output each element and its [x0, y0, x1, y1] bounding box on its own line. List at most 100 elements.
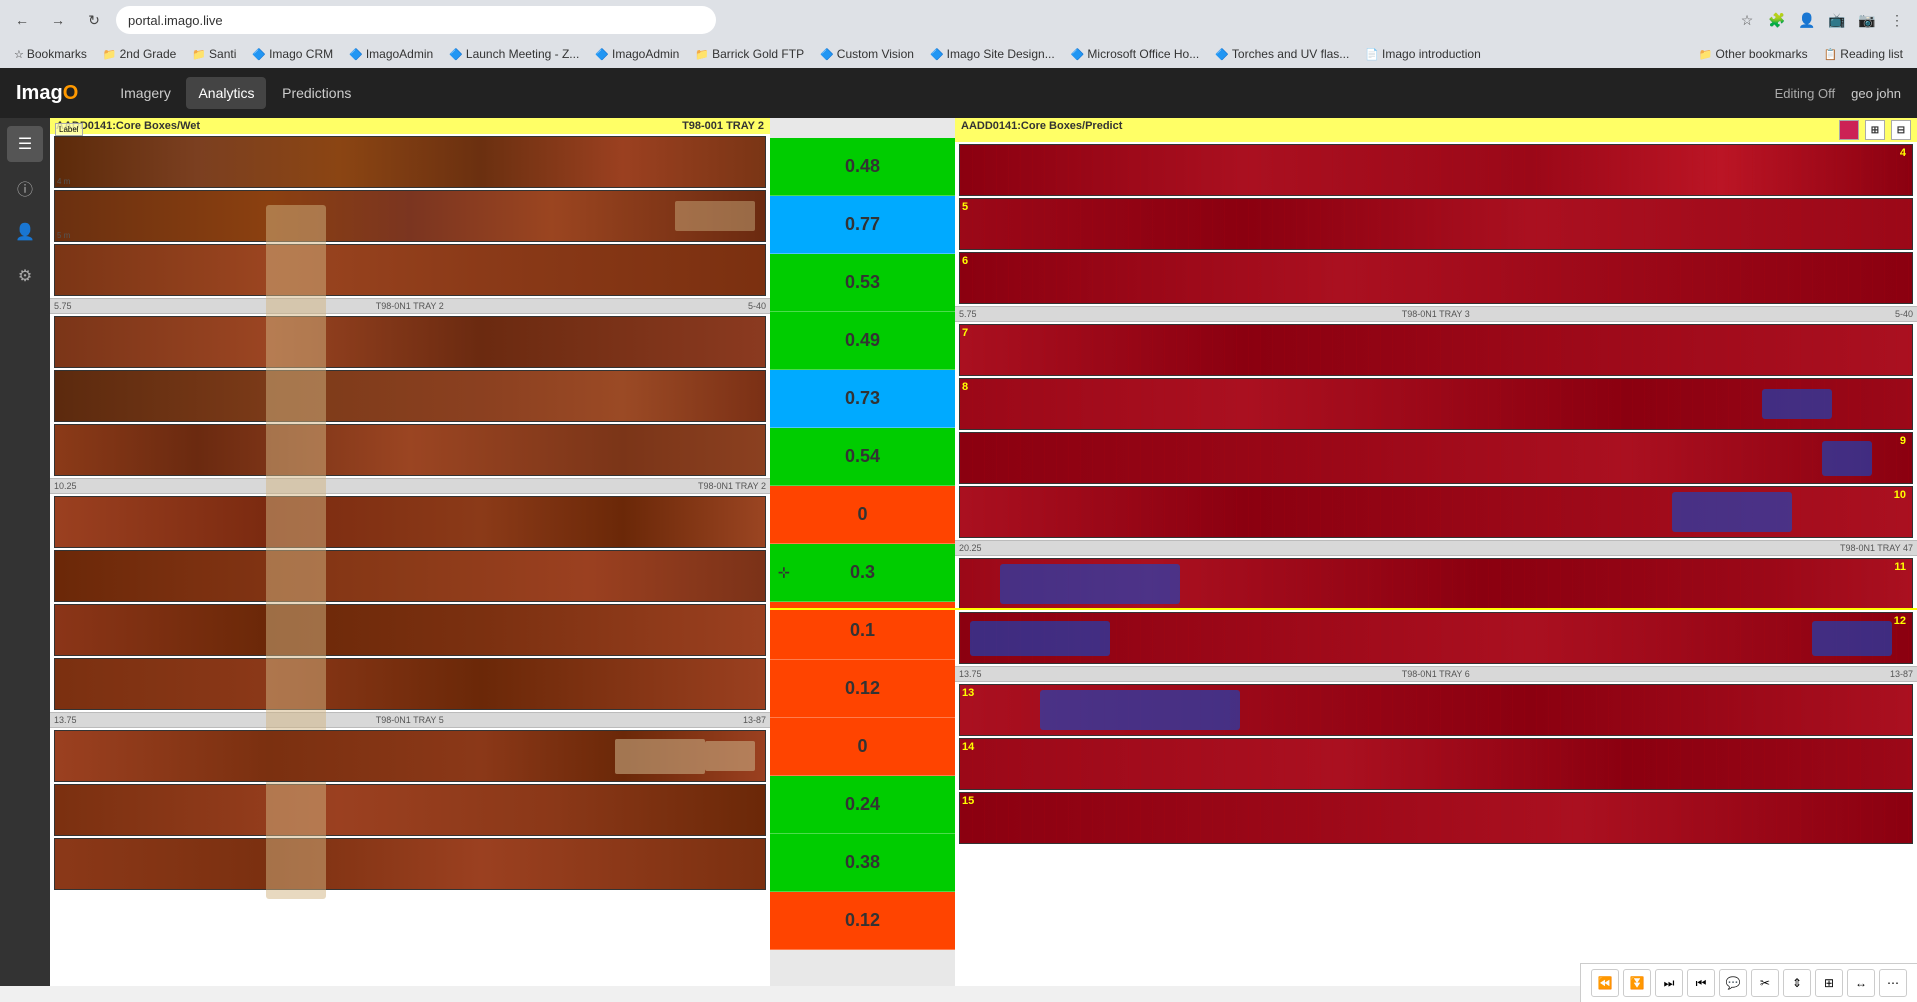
score-value: 0.3: [850, 562, 875, 583]
play-button[interactable]: ⏭: [1655, 969, 1683, 997]
score-value: 0.12: [845, 910, 880, 931]
profile-icon[interactable]: 👤: [1795, 8, 1819, 32]
skip-start-button[interactable]: ⏪: [1591, 969, 1619, 997]
right-core-row-8: 8: [959, 378, 1913, 430]
url-bar[interactable]: [116, 6, 716, 34]
comment-button[interactable]: 💬: [1719, 969, 1747, 997]
score-cell-0-b: 0: [770, 718, 955, 776]
bookmark-star-icon[interactable]: ☆: [1735, 8, 1759, 32]
bookmark-imagointro[interactable]: 📄 Imago introduction: [1359, 45, 1486, 63]
right-label-14: 14: [962, 741, 974, 753]
core-box-row: Label: [54, 550, 766, 602]
score-cell-0.48: 0.48: [770, 138, 955, 196]
score-cell-0.1: 0.1: [770, 602, 955, 660]
bookmark-reading[interactable]: 📋 Reading list: [1818, 45, 1909, 63]
more-button[interactable]: ⋯: [1879, 969, 1907, 997]
bookmark-2ndgrade[interactable]: 📁 2nd Grade: [97, 45, 182, 63]
right-core-row-4: 4: [959, 144, 1913, 196]
bookmark-santi[interactable]: 📁 Santi: [186, 45, 242, 63]
color-picker-button[interactable]: [1839, 120, 1859, 140]
score-value: 0: [857, 504, 867, 525]
browser-chrome: ← → ↻ ☆ 🧩 👤 📺 📷 ⋮ ☆ Bookmarks 📁 2nd Grad…: [0, 0, 1917, 68]
right-core-row-13: 13: [959, 684, 1913, 736]
bookmark-other[interactable]: 📁 Other bookmarks: [1693, 45, 1814, 63]
score-cell-0.77: 0.77: [770, 196, 955, 254]
depth-5m: 5 m: [57, 231, 70, 240]
expand-button[interactable]: ↔: [1847, 969, 1875, 997]
core-box-row: 4 m: [54, 136, 766, 188]
bookmarks-bar: ☆ Bookmarks 📁 2nd Grade 📁 Santi 🔷 Imago …: [0, 40, 1917, 68]
right-core-row-14: 14: [959, 738, 1913, 790]
skip-end-button[interactable]: ⏮: [1687, 969, 1715, 997]
right-panel-title: AADD0141:Core Boxes/Predict: [961, 120, 1122, 140]
bookmark-bookmarks[interactable]: ☆ Bookmarks: [8, 45, 93, 63]
bookmark-imagoadmin2[interactable]: 🔷 ImagoAdmin: [589, 45, 685, 63]
depth-13-75: 13.75: [54, 715, 77, 725]
extensions-icon[interactable]: 🧩: [1765, 8, 1789, 32]
score-value: 0.54: [845, 446, 880, 467]
tray-id-3: T98-0N1 TRAY 5: [376, 715, 444, 725]
bookmark-imagosite[interactable]: 🔷 Imago Site Design...: [924, 45, 1061, 63]
rewind-button[interactable]: ⏬: [1623, 969, 1651, 997]
core-box-row: [54, 730, 766, 782]
score-value: 0.49: [845, 330, 880, 351]
score-value: 0.12: [845, 678, 880, 699]
logo-dot: O: [63, 82, 79, 104]
user-name[interactable]: geo john: [1851, 86, 1901, 101]
nav-predictions[interactable]: Predictions: [270, 77, 363, 109]
back-button[interactable]: ←: [8, 6, 36, 34]
nav-imagery[interactable]: Imagery: [108, 77, 183, 109]
score-value: 0.24: [845, 794, 880, 815]
align-button[interactable]: ⇕: [1783, 969, 1811, 997]
core-box-row: [54, 316, 766, 368]
right-core-row-15: 15: [959, 792, 1913, 844]
right-tray-separator-2: 20.25 T98-0N1 TRAY 47: [955, 540, 1917, 556]
scissors-button[interactable]: ✂: [1751, 969, 1779, 997]
score-value: 0.53: [845, 272, 880, 293]
bookmark-barrick[interactable]: 📁 Barrick Gold FTP: [689, 45, 810, 63]
more-icon[interactable]: ⋮: [1885, 8, 1909, 32]
scores-panel: 0.48 0.77 0.53 0.49 0.73 0.54 0 ⊹ 0.3: [770, 118, 955, 986]
right-label-8: 8: [962, 381, 968, 393]
depth-10-25: 10.25: [54, 481, 77, 491]
left-sidebar: ☰ ⓘ 👤 ⚙: [0, 118, 50, 986]
tray-id-1: T98-0N1 TRAY 2: [376, 301, 444, 311]
reload-button[interactable]: ↻: [80, 6, 108, 34]
view-toggle-button[interactable]: ⊞: [1865, 120, 1885, 140]
bookmark-office[interactable]: 🔷 Microsoft Office Ho...: [1065, 45, 1206, 63]
right-label-5: 5: [962, 201, 968, 213]
right-core-row-6: 6: [959, 252, 1913, 304]
right-core-row-5: 5: [959, 198, 1913, 250]
sidebar-home-icon[interactable]: ☰: [7, 126, 43, 162]
bookmark-customvision[interactable]: 🔷 Custom Vision: [814, 45, 920, 63]
forward-button[interactable]: →: [44, 6, 72, 34]
cast-icon[interactable]: 📺: [1825, 8, 1849, 32]
bookmark-imagoadmin1[interactable]: 🔷 ImagoAdmin: [343, 45, 439, 63]
editing-status[interactable]: Editing Off: [1775, 86, 1835, 101]
score-cell-0.54: 0.54: [770, 428, 955, 486]
sidebar-tools-icon[interactable]: ⚙: [7, 258, 43, 294]
nav-analytics[interactable]: Analytics: [186, 77, 266, 109]
bookmark-launch[interactable]: 🔷 Launch Meeting - Z...: [443, 45, 585, 63]
right-core-row-9: 9: [959, 432, 1913, 484]
bookmark-torches[interactable]: 🔷 Torches and UV flas...: [1209, 45, 1355, 63]
right-depth-5-75: 5.75: [959, 309, 977, 319]
core-box-row: [54, 244, 766, 296]
sidebar-info-icon[interactable]: ⓘ: [7, 170, 43, 206]
main-layout: ☰ ⓘ 👤 ⚙ AADD0141:Core Boxes/Wet T98-001 …: [0, 118, 1917, 986]
right-label-9: 9: [1900, 435, 1906, 447]
layers-button[interactable]: ⊞: [1815, 969, 1843, 997]
score-cell-0.73: 0.73: [770, 370, 955, 428]
app-header: ImagO Imagery Analytics Predictions Edit…: [0, 68, 1917, 118]
header-right: Editing Off geo john: [1775, 86, 1901, 101]
grid-toggle-button[interactable]: ⊟: [1891, 120, 1911, 140]
tray-separator-2: 10.25 T98-0N1 TRAY 2: [50, 478, 770, 494]
bookmark-imagocrm[interactable]: 🔷 Imago CRM: [246, 45, 339, 63]
screenshot-icon[interactable]: 📷: [1855, 8, 1879, 32]
depth-4m: 4 m: [57, 177, 70, 186]
right-label-15: 15: [962, 795, 974, 807]
right-core-boxes: 4 5 6 5.75 T98-0N1 TRAY 3 5-40: [955, 142, 1917, 986]
tray-separator: 5.75 T98-0N1 TRAY 2 5-40: [50, 298, 770, 314]
sidebar-users-icon[interactable]: 👤: [7, 214, 43, 250]
depth-13-87: 13-87: [743, 715, 766, 725]
